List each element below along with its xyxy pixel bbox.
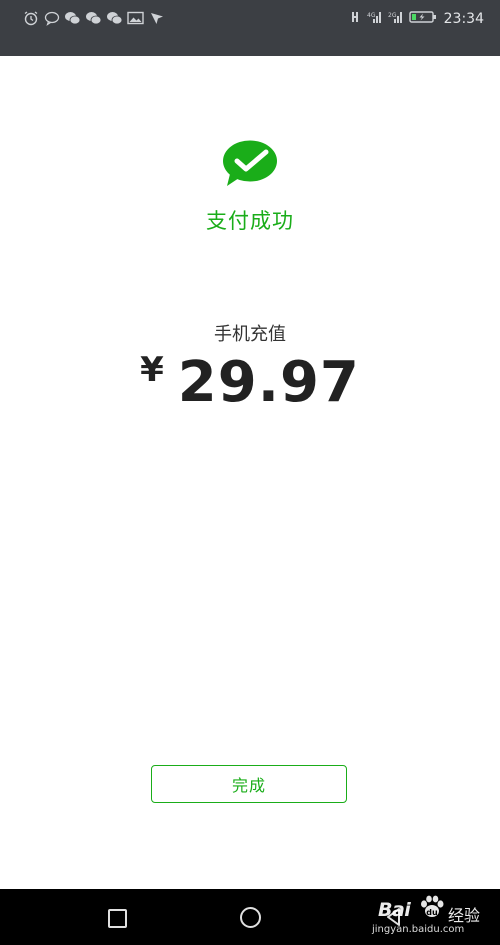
signal-icon: 2G	[388, 9, 404, 29]
navigation-icon	[148, 9, 165, 26]
home-button[interactable]	[240, 907, 261, 928]
paw-logo-icon: du	[421, 895, 444, 917]
watermark-url: jingyan.baidu.com	[372, 924, 465, 935]
payment-status-title: 支付成功	[206, 209, 294, 233]
payment-item-name: 手机充值	[214, 324, 286, 345]
signal-icon	[351, 9, 362, 29]
svg-text:4G: 4G	[367, 12, 376, 19]
currency-symbol: ¥	[140, 350, 164, 390]
wechat-icon	[85, 9, 102, 26]
svg-text:du: du	[426, 908, 438, 917]
baidu-jingyan-watermark: Bai du 经验 jingyan.baidu.com	[370, 888, 490, 940]
wechat-pay-success-icon	[223, 140, 277, 186]
signal-icon: 4G	[367, 9, 383, 29]
gallery-icon	[127, 9, 144, 26]
amount-value: 29.97	[177, 350, 360, 415]
notification-icons	[22, 9, 165, 26]
svg-text:2G: 2G	[388, 12, 397, 19]
battery-charging-icon	[408, 9, 437, 29]
watermark-brand: Bai	[378, 899, 411, 921]
system-indicators: 4G 2G 23:34	[351, 9, 484, 29]
done-button[interactable]: 完成	[151, 765, 347, 803]
clock: 23:34	[443, 11, 484, 27]
watermark-brand-cn: 经验	[448, 906, 481, 925]
chat-bubble-icon	[43, 9, 60, 26]
wechat-icon	[106, 9, 123, 26]
payment-amount: ¥29.97	[0, 350, 500, 415]
status-bar: 4G 2G 23:34	[0, 0, 500, 56]
wechat-icon	[64, 9, 81, 26]
alarm-icon	[22, 9, 39, 26]
recents-button[interactable]	[108, 909, 127, 928]
